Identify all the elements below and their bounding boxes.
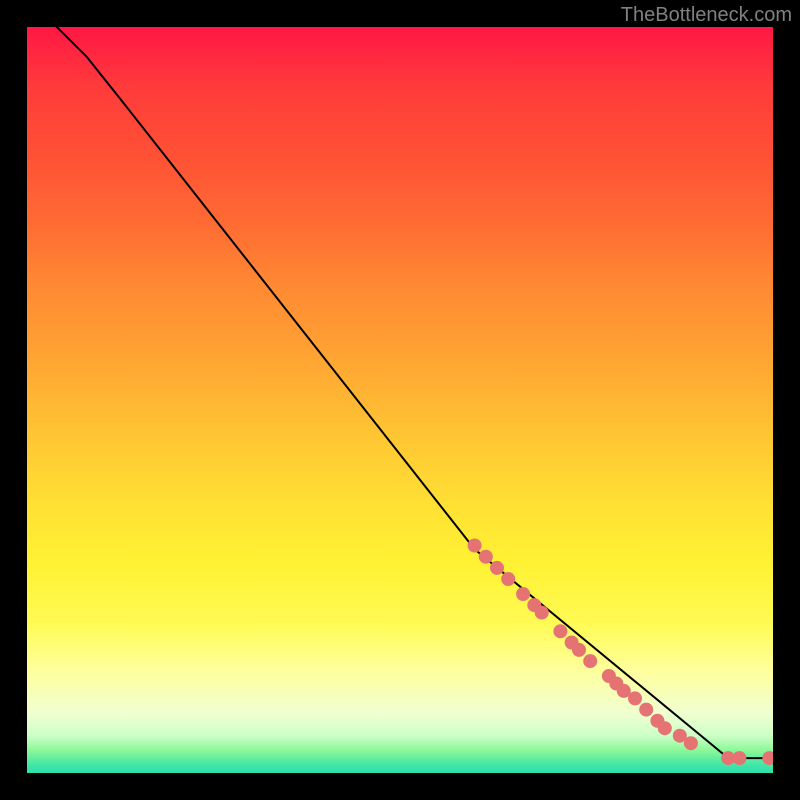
chart-marker: [490, 561, 504, 575]
chart-marker: [658, 721, 672, 735]
chart-marker: [468, 539, 482, 553]
attribution-text: TheBottleneck.com: [621, 4, 792, 27]
chart-marker: [572, 643, 586, 657]
chart-marker: [553, 624, 567, 638]
chart-marker: [762, 751, 773, 765]
chart-overlay: [27, 27, 773, 773]
chart-marker: [684, 736, 698, 750]
chart-marker: [639, 703, 653, 717]
chart-marker: [583, 654, 597, 668]
chart-marker: [535, 606, 549, 620]
chart-marker: [516, 587, 530, 601]
chart-marker: [628, 691, 642, 705]
chart-marker: [501, 572, 515, 586]
chart-markers: [468, 539, 773, 766]
chart-marker: [732, 751, 746, 765]
chart-curve: [27, 27, 773, 758]
chart-marker: [479, 550, 493, 564]
